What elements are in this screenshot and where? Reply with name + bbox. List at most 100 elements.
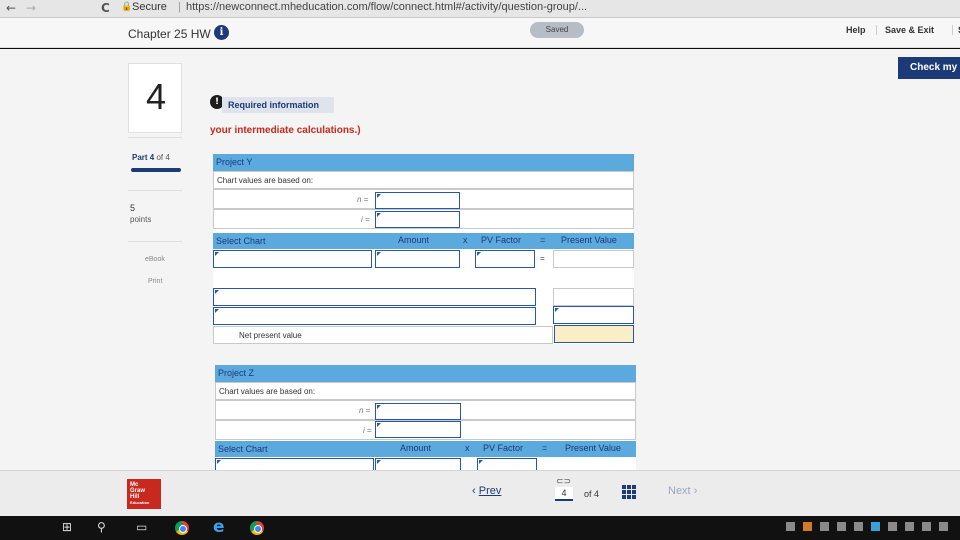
i-label: i =	[361, 215, 370, 224]
times-operator: x	[463, 235, 468, 245]
amount-input[interactable]	[375, 458, 461, 470]
project-y-worksheet: Project Y Chart values are based on: n =…	[213, 154, 634, 344]
check-my-work-button[interactable]: Check my	[898, 57, 960, 79]
search-icon[interactable]: ⚲	[97, 520, 106, 534]
part-progress-bar	[131, 168, 181, 172]
project-z-header: Project Z	[215, 365, 636, 382]
equals-operator: =	[540, 235, 546, 245]
reload-icon[interactable]: C	[101, 1, 110, 15]
system-tray	[786, 522, 956, 534]
equals-operator: =	[542, 443, 548, 453]
question-number: 4	[145, 76, 167, 117]
tray-icon[interactable]	[837, 522, 846, 531]
info-icon[interactable]: i	[214, 25, 229, 40]
print-link[interactable]: Print	[148, 278, 162, 285]
present-value-header: Present Value	[561, 235, 617, 245]
browser-toolbar: ← → C 🔒 Secure | https://newconnect.mhed…	[0, 0, 960, 18]
tray-icon[interactable]	[905, 522, 914, 531]
based-on-row: Chart values are based on:	[213, 171, 634, 189]
cashflow-dropdown-2[interactable]	[213, 307, 536, 325]
amount-header: Amount	[398, 235, 430, 245]
net-present-value-total	[554, 325, 634, 343]
divider	[128, 137, 182, 138]
submit-button-partial[interactable]: S	[952, 25, 960, 35]
points-label: points	[130, 215, 152, 224]
page-number-input[interactable]: 4	[555, 487, 573, 501]
i-label: i =	[363, 426, 372, 435]
pv-factor-header: PV Factor	[483, 443, 524, 453]
tray-icon[interactable]	[939, 522, 948, 531]
project-y-header: Project Y	[213, 154, 634, 171]
based-on-row: Chart values are based on:	[215, 382, 636, 400]
chrome-icon[interactable]	[250, 521, 264, 535]
part-total: of 4	[156, 153, 170, 162]
tray-icon[interactable]	[820, 522, 829, 531]
net-present-value-label: Net present value	[239, 331, 302, 340]
required-information-toggle[interactable]: Required information	[222, 97, 334, 113]
present-value-input[interactable]	[553, 306, 634, 324]
n-label: n =	[357, 195, 369, 204]
present-value-header: Present Value	[565, 443, 621, 453]
net-present-value-row: Net present value	[213, 326, 553, 344]
question-area: Check my 4 ! Required information your i…	[0, 49, 960, 470]
prev-label: Prev	[478, 485, 502, 497]
help-link[interactable]: Help	[846, 25, 866, 35]
select-chart-dropdown[interactable]	[213, 250, 372, 268]
i-input[interactable]	[375, 211, 460, 228]
edge-icon[interactable]: e	[213, 517, 225, 537]
logo-line: Education	[130, 500, 150, 505]
question-number-card: 4	[128, 63, 182, 133]
saved-status-badge: Saved	[530, 22, 584, 38]
amount-header: Amount	[400, 443, 432, 453]
pv-factor-input[interactable]	[475, 250, 535, 268]
tray-icon[interactable]	[786, 522, 795, 531]
select-chart-header: Select Chart	[218, 444, 268, 454]
project-z-title: Project Z	[218, 368, 255, 378]
divider	[128, 241, 182, 242]
times-operator: x	[465, 443, 470, 453]
part-indicator: Part 4 of 4	[132, 153, 170, 162]
next-button[interactable]: Next ›	[668, 485, 697, 497]
cashflow-dropdown-1[interactable]	[213, 288, 536, 306]
task-view-icon[interactable]: ▭	[136, 520, 147, 534]
forward-arrow-icon[interactable]: →	[26, 1, 36, 15]
url-separator: |	[178, 1, 181, 13]
tray-icon[interactable]	[854, 522, 863, 531]
question-navigation: Mc Graw Hill Education ‹ Prev ⊂⊃ 4 of 4 …	[0, 470, 960, 516]
project-y-title: Project Y	[216, 157, 253, 167]
tray-icon[interactable]	[803, 522, 812, 531]
windows-start-icon[interactable]: ⊞	[62, 520, 72, 534]
question-grid-icon[interactable]	[622, 485, 636, 499]
select-chart-dropdown[interactable]	[215, 458, 374, 470]
calc-header-row: Select Chart Amount x PV Factor = Presen…	[213, 233, 634, 249]
i-input[interactable]	[375, 421, 461, 438]
based-on-label: Chart values are based on:	[219, 387, 316, 396]
windows-taskbar: ⊞ ⚲ ▭ e	[0, 516, 960, 540]
ebook-link[interactable]: eBook	[145, 256, 165, 263]
n-input[interactable]	[375, 403, 461, 420]
app-header: Chapter 25 HW i Saved Help Save & Exit S	[0, 18, 960, 48]
prev-button[interactable]: ‹ Prev	[472, 485, 501, 497]
next-label: Next	[668, 485, 691, 497]
back-arrow-icon[interactable]: ←	[6, 1, 16, 15]
save-exit-button[interactable]: Save & Exit	[876, 25, 934, 35]
n-input[interactable]	[375, 192, 460, 209]
part-current: 4	[149, 153, 155, 162]
project-z-worksheet: Project Z Chart values are based on: n =…	[215, 365, 636, 470]
address-bar[interactable]: https://newconnect.mheducation.com/flow/…	[186, 1, 956, 13]
mcgraw-hill-logo: Mc Graw Hill Education	[127, 479, 161, 509]
n-label: n =	[359, 406, 371, 415]
based-on-label: Chart values are based on:	[217, 176, 314, 185]
lock-icon: 🔒	[121, 2, 133, 12]
secure-label: Secure	[132, 1, 167, 13]
tray-icon[interactable]	[888, 522, 897, 531]
tray-icon[interactable]	[922, 522, 931, 531]
chevron-right-icon: ›	[693, 485, 698, 497]
row-equals: =	[540, 254, 545, 263]
pv-factor-input[interactable]	[477, 458, 537, 470]
chrome-icon[interactable]	[175, 521, 189, 535]
link-icon: ⊂⊃	[556, 477, 572, 487]
instruction-note: your intermediate calculations.)	[210, 125, 361, 136]
amount-input[interactable]	[375, 250, 460, 268]
tray-icon[interactable]	[871, 522, 880, 531]
